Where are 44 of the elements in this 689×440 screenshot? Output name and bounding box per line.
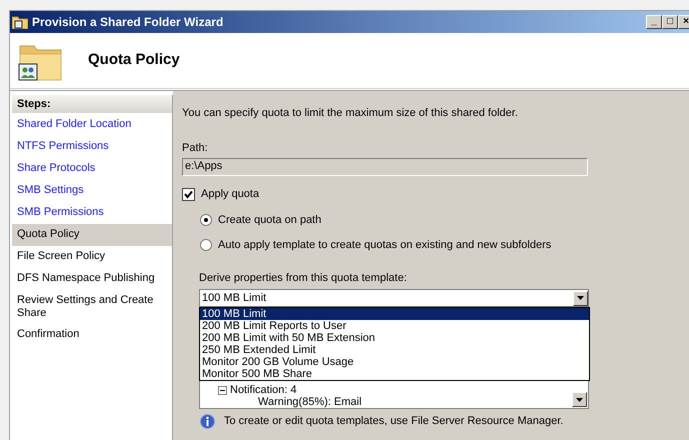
step-item[interactable]: Quota Policy	[12, 224, 172, 246]
dropdown-option[interactable]: 250 MB Extended Limit	[200, 344, 589, 356]
dropdown-button[interactable]	[573, 290, 588, 306]
step-item[interactable]: NTFS Permissions	[12, 136, 172, 158]
step-item[interactable]: Share Protocols	[12, 158, 172, 180]
apply-quota-label: Apply quota	[201, 187, 260, 202]
info-icon	[200, 414, 215, 429]
window-control-button[interactable]: _	[646, 15, 662, 29]
step-item[interactable]: Shared Folder Location	[12, 114, 172, 136]
step-item[interactable]: Confirmation	[12, 324, 172, 346]
tree-item: Notification: 4	[230, 384, 297, 396]
dropdown-option[interactable]: Monitor 200 GB Volume Usage	[200, 356, 589, 368]
page-title: Quota Policy	[88, 50, 180, 70]
checkbox[interactable]	[182, 188, 195, 201]
window-title: Provision a Shared Folder Wizard	[32, 14, 224, 31]
radio-label: Create quota on path	[218, 212, 322, 228]
collapse-icon[interactable]	[218, 386, 227, 394]
dropdown-arrow-icon	[576, 398, 583, 402]
template-label: Derive properties from this quota template:	[199, 270, 408, 286]
info-text: To create or edit quota templates, use File Server Resource Manager.	[224, 414, 564, 429]
scroll-down-button[interactable]	[572, 392, 587, 407]
app-icon	[12, 15, 28, 29]
step-item[interactable]: Review Settings and Create Share	[12, 290, 172, 324]
check-icon	[184, 190, 193, 199]
window-control-button[interactable]: ×	[678, 15, 689, 29]
radio-label: Auto apply template to create quotas on existing and new subfolders	[218, 238, 552, 253]
radio-button[interactable]	[200, 239, 212, 252]
dropdown-option[interactable]: 100 MB Limit	[200, 308, 589, 320]
path-field[interactable]: e:\Apps	[182, 158, 588, 176]
step-item[interactable]: File Screen Policy	[12, 246, 172, 268]
step-item[interactable]: SMB Permissions	[12, 202, 172, 224]
dropdown-option[interactable]: 200 MB Limit Reports to User	[200, 320, 589, 332]
step-item[interactable]: DFS Namespace Publishing	[12, 268, 172, 290]
template-dropdown[interactable]: 100 MB Limit	[199, 289, 589, 307]
window-control-button[interactable]: □	[662, 15, 678, 29]
dropdown-arrow-icon	[577, 296, 584, 300]
dropdown-option[interactable]: 200 MB Limit with 50 MB Extension	[200, 332, 589, 344]
radio-button[interactable]	[200, 214, 212, 226]
steps-heading: Steps:	[12, 95, 172, 113]
step-item[interactable]: SMB Settings	[12, 180, 172, 202]
tree-item: Warning(85%): Email	[257, 396, 362, 408]
path-label: Path:	[182, 140, 209, 156]
intro-text: You can specify quota to limit the maximum size of this shared folder.	[182, 106, 519, 121]
dropdown-option[interactable]: Monitor 500 MB Share	[200, 368, 589, 380]
